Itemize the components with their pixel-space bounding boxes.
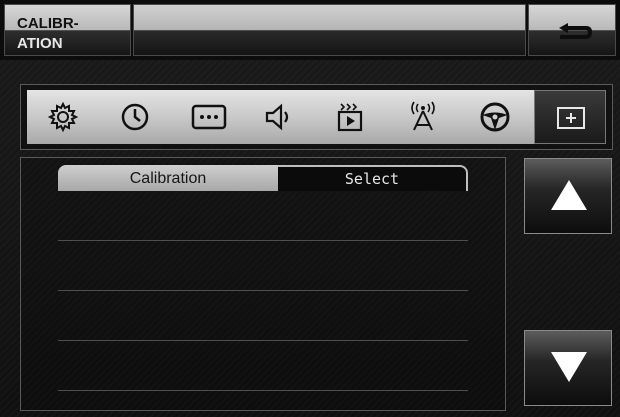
more-icon <box>191 104 227 130</box>
tool-clock[interactable] <box>99 90 171 144</box>
clock-icon <box>121 103 149 131</box>
speaker-icon <box>265 103 289 131</box>
page-title-line2: ATION <box>17 35 63 52</box>
plus-box-icon <box>557 107 585 129</box>
media-icon <box>337 103 363 132</box>
down-arrow-icon <box>551 352 587 382</box>
header-empty-bar <box>133 4 526 56</box>
page-title-box: CALIBR- ATION <box>4 4 131 56</box>
up-arrow-icon <box>551 180 587 210</box>
tool-audio[interactable] <box>243 90 315 144</box>
header-bar: CALIBR- ATION <box>0 0 620 60</box>
gear-icon <box>47 101 79 133</box>
page-title-line1: CALIBR- <box>17 15 79 32</box>
calibration-screen: CALIBR- ATION Calibration Select <box>0 0 620 417</box>
icon-toolbar-strip <box>27 90 606 144</box>
tool-steering[interactable] <box>459 90 531 144</box>
antenna-icon <box>411 101 435 131</box>
tool-calibration[interactable] <box>534 90 606 144</box>
back-button[interactable] <box>528 4 616 56</box>
calibration-list-panel: Calibration Select <box>20 157 506 411</box>
icon-toolbar <box>20 84 613 150</box>
tool-more[interactable] <box>171 90 243 144</box>
column-header-calibration: Calibration <box>58 165 278 191</box>
column-header-select: Select <box>278 165 468 191</box>
tool-radio[interactable] <box>387 90 459 144</box>
list-row[interactable] <box>58 341 468 391</box>
list-row[interactable] <box>58 191 468 241</box>
list-header: Calibration Select <box>58 165 468 191</box>
scroll-down-button[interactable] <box>524 330 612 406</box>
tool-media[interactable] <box>315 90 387 144</box>
steering-wheel-icon <box>480 102 510 132</box>
list-row[interactable] <box>58 291 468 341</box>
list-row[interactable] <box>58 241 468 291</box>
back-arrow-icon <box>559 23 592 39</box>
page-title: CALIBR- ATION <box>17 14 127 54</box>
scroll-up-button[interactable] <box>524 158 612 234</box>
tool-settings[interactable] <box>27 90 99 144</box>
